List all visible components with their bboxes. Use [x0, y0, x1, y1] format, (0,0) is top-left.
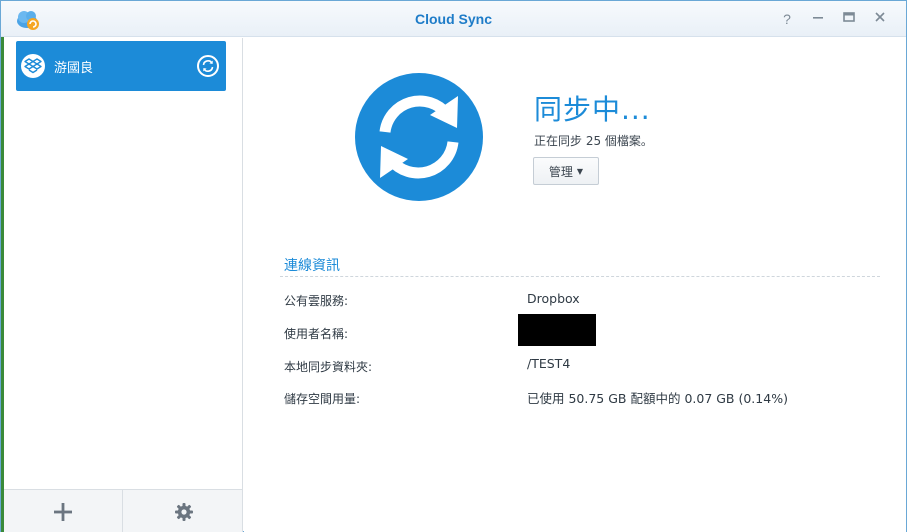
sidebar: 游國良 [4, 38, 243, 532]
username-redacted [518, 314, 596, 346]
manage-button[interactable]: 管理 ▼ [533, 157, 599, 185]
minimize-icon[interactable] [808, 9, 828, 29]
manage-button-label: 管理 [548, 164, 573, 179]
close-icon[interactable] [870, 9, 890, 29]
status-subtitle: 正在同步 25 個檔案。 [534, 134, 653, 148]
section-divider [280, 276, 880, 277]
gear-icon [174, 502, 193, 521]
sidebar-footer [4, 489, 242, 532]
storage-usage-label: 儲存空間用量: [284, 392, 361, 406]
main-panel: 同步中... 正在同步 25 個檔案。 管理 ▼ 連線資訊 公有雲服務: Dro… [244, 38, 906, 532]
title-bar[interactable]: Cloud Sync ? [1, 1, 906, 37]
window-title: Cloud Sync [414, 11, 492, 27]
local-folder-label: 本地同步資料夾: [284, 360, 373, 374]
cloud-sync-window: Cloud Sync ? 游國良 同步中... 正在同步 25 個檔案。 管理 … [0, 0, 907, 532]
plus-icon [54, 502, 72, 521]
syncing-status-icon [355, 73, 483, 201]
username-label: 使用者名稱: [284, 327, 349, 341]
cloud-service-label: 公有雲服務: [284, 294, 349, 308]
caret-down-icon: ▼ [576, 166, 584, 176]
help-icon[interactable]: ? [777, 9, 797, 29]
storage-usage-value: 已使用 50.75 GB 配額中的 0.07 GB (0.14%) [527, 391, 788, 406]
connection-info-title: 連線資訊 [284, 258, 340, 274]
dropbox-icon [21, 54, 45, 78]
sync-status-icon [197, 55, 219, 77]
cloud-service-value: Dropbox [527, 291, 580, 306]
add-task-button[interactable] [4, 490, 123, 532]
sidebar-item-dropbox-task[interactable]: 游國良 [16, 41, 226, 91]
settings-button[interactable] [124, 490, 243, 532]
local-folder-value: /TEST4 [527, 356, 571, 371]
maximize-icon[interactable] [839, 9, 859, 29]
task-label: 游國良 [54, 61, 94, 76]
status-title: 同步中... [534, 93, 651, 126]
